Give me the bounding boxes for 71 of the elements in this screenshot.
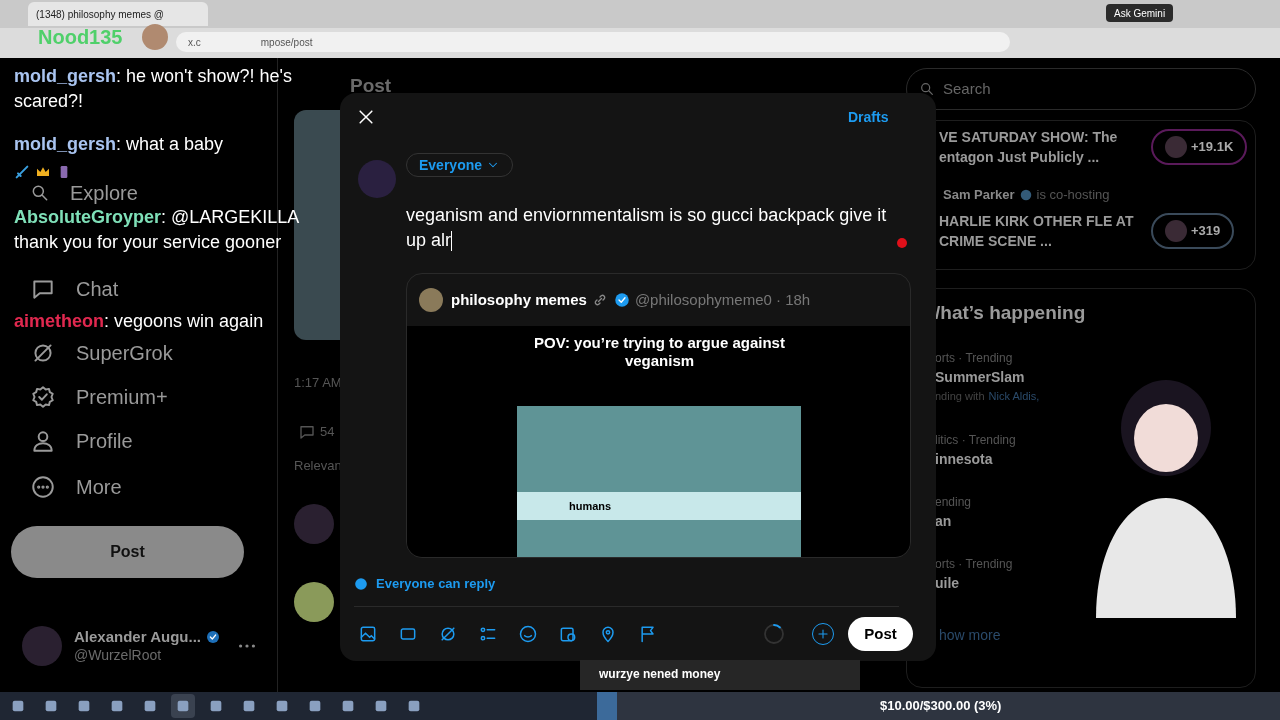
goal-amount: $10.00/$300.00 (3%) (880, 697, 1002, 715)
host-name: Sam Parker (943, 186, 1015, 204)
listener-count[interactable]: +19.1K (1151, 129, 1248, 165)
nav-item[interactable]: Chat (22, 272, 127, 306)
listener-count[interactable]: +319 (1151, 213, 1235, 249)
meme-caption: POV: you’re trying to argue against veganism (533, 334, 786, 370)
chat-message: aimetheon: vegoons win again (14, 310, 265, 333)
avatar (294, 504, 334, 544)
more-icon (30, 474, 56, 500)
account-switcher[interactable]: Alexander Augu... @WurzelRoot (22, 622, 267, 670)
post-button[interactable]: Post (11, 526, 244, 578)
space-title[interactable]: VE SATURDAY SHOW: The entagon Just Publicly ... (939, 127, 1139, 167)
search-input[interactable]: Search (943, 77, 1223, 101)
plus-icon (816, 627, 830, 641)
reply-setting-button[interactable]: Everyone can reply (354, 574, 496, 594)
taskbar-button[interactable] (171, 694, 195, 718)
address-text: x.c (188, 35, 201, 50)
drafts-button[interactable]: Drafts (848, 107, 889, 128)
calendar-clock-icon (558, 624, 578, 644)
image-icon (358, 624, 378, 644)
smiley-icon (518, 624, 538, 644)
author-handle: @philosophymeme0 · 18h (634, 289, 811, 310)
avatar (22, 626, 62, 666)
trend-title: uile (935, 574, 961, 593)
image-label: humans (517, 492, 801, 520)
address-bar[interactable]: x.c mpose/post (176, 32, 1010, 52)
avatar (1165, 220, 1187, 242)
avatar (419, 288, 443, 312)
trend-category: orts · Trending (935, 350, 1014, 367)
verified-badge-icon (30, 384, 56, 410)
avatar (294, 582, 334, 622)
trend-item[interactable]: litics · Trending innesota (935, 431, 1063, 483)
section-title: /hat’s happening (935, 301, 1086, 325)
trend-title: innesota (935, 450, 994, 469)
address-text: mpose/post (260, 35, 313, 50)
account-handle: @WurzelRoot (74, 646, 163, 665)
ask-button[interactable]: Ask Gemini (1106, 4, 1174, 22)
trend-category: litics · Trending (935, 432, 1017, 449)
host-note: is co-hosting (1036, 186, 1110, 204)
progress-ring-icon (762, 622, 786, 646)
nav-item[interactable]: Premium+ (22, 380, 176, 414)
browser-tab[interactable]: (1348) philosophy memes @ (28, 2, 208, 26)
chat-message: mold_gersh: what a baby (14, 133, 225, 156)
reply-count: 54 (320, 423, 335, 441)
space-title[interactable]: HARLIE KIRK OTHER FLE AT CRIME SCENE ... (939, 211, 1139, 251)
nav-item[interactable]: Explore (22, 182, 146, 204)
sword-icon (14, 164, 30, 180)
trend-item[interactable]: ending an (935, 493, 1063, 545)
donation-message: wurzye nened money (598, 666, 722, 683)
account-name: Alexander Augu... (74, 627, 201, 647)
avatar (1165, 136, 1187, 158)
author-name: philosophy memes (451, 289, 587, 310)
nav-item[interactable]: SuperGrok (22, 336, 181, 370)
sort-label: Relevan (294, 457, 342, 475)
trend-context: nding with (935, 389, 985, 404)
chat-message: mold_gersh: he won't show?! he's scared?! (14, 65, 293, 113)
viewer-name: Nood135 (38, 25, 123, 50)
nav-item[interactable]: More (22, 470, 130, 504)
trend-item[interactable]: orts · Trending uile (935, 555, 1063, 607)
post-button[interactable]: Post (848, 617, 913, 651)
trend-title: SummerSlam (935, 368, 1026, 387)
chat-message: AbsoluteGroyper: @LARGEKILLA thank you for your service gooner (14, 206, 300, 254)
trend-category: orts · Trending (935, 556, 1014, 573)
page-title: Post (350, 74, 392, 98)
trend-title: an (935, 512, 953, 531)
person-icon (30, 428, 56, 454)
post-text-field[interactable]: veganism and enviornmentalism is so gucci backpack give it up alr (406, 203, 906, 253)
more-icon (239, 644, 255, 648)
avatar (358, 160, 396, 198)
nav-item[interactable]: Profile (22, 424, 141, 458)
trend-category: ending (935, 494, 973, 511)
